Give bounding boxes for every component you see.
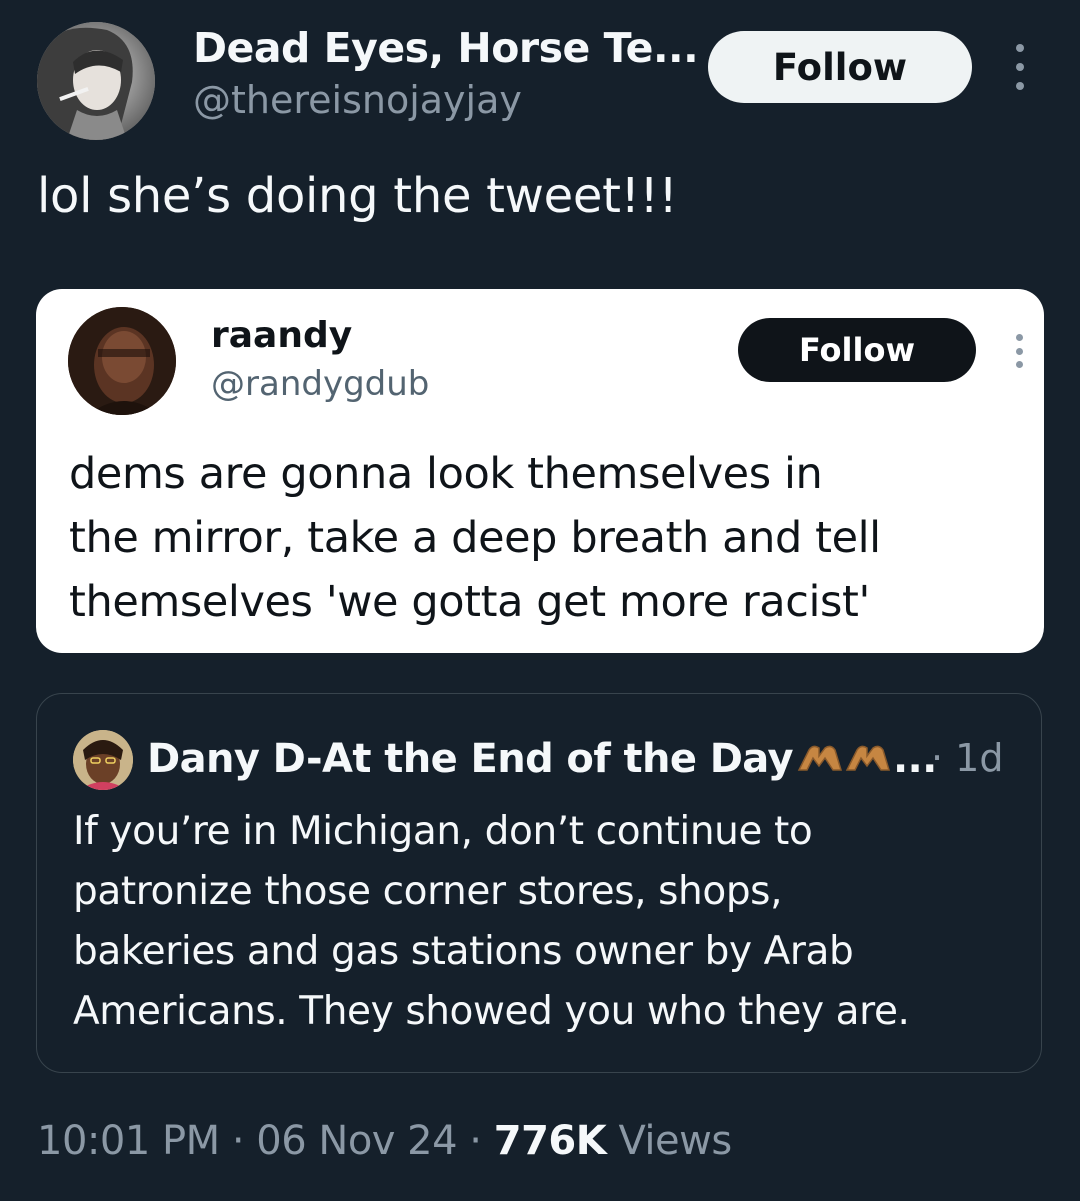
- tweet-meta: 10:01 PM · 06 Nov 24 · 776K Views: [37, 1118, 732, 1164]
- quoted-tweet-time[interactable]: · 1d: [931, 736, 1003, 780]
- dot: [1016, 44, 1024, 52]
- more-options-icon[interactable]: [1005, 44, 1035, 90]
- dot: [1015, 347, 1023, 355]
- quoted-text-line: patronize those corner stores, shops,: [73, 869, 783, 914]
- dot: [1016, 63, 1024, 71]
- image-more-icon: [1014, 334, 1024, 368]
- tweet-image[interactable]: raandy @randygdub Follow dems are gonna …: [36, 289, 1044, 653]
- quoted-text-line: Americans. They showed you who they are.: [73, 989, 910, 1034]
- dot: [1015, 361, 1023, 368]
- image-text-line: themselves 'we gotta get more racist': [69, 577, 870, 627]
- avatar-photo-icon: [68, 307, 176, 415]
- avatar-photo-icon: [73, 730, 133, 790]
- author-handle[interactable]: @thereisnojayjay: [193, 78, 522, 122]
- follow-button[interactable]: Follow: [708, 31, 972, 103]
- meta-separator: ·: [457, 1118, 494, 1164]
- views-label: Views: [606, 1118, 732, 1164]
- quoted-author-name: Dany D-At the End of the Day...: [147, 736, 937, 784]
- tweet-time[interactable]: 10:01 PM: [37, 1118, 220, 1164]
- image-author-handle: @randygdub: [211, 364, 430, 404]
- quoted-author-avatar: [73, 730, 133, 790]
- heart-hands-icon: [795, 738, 893, 784]
- image-avatar: [68, 307, 176, 415]
- tweet-date[interactable]: 06 Nov 24: [256, 1118, 457, 1164]
- image-tweet-text: dems are gonna look themselves in the mi…: [69, 442, 881, 634]
- image-text-line: dems are gonna look themselves in: [69, 449, 823, 499]
- tweet-text: lol she’s doing the tweet!!!: [37, 168, 678, 224]
- dot: [1016, 82, 1024, 90]
- author-avatar[interactable]: [37, 22, 155, 140]
- meta-separator: ·: [219, 1118, 257, 1164]
- quoted-text-line: If you’re in Michigan, don’t continue to: [73, 809, 813, 854]
- quoted-tweet[interactable]: Dany D-At the End of the Day... · 1d If …: [36, 693, 1042, 1073]
- views-count[interactable]: 776K: [494, 1118, 607, 1164]
- author-display-name[interactable]: Dead Eyes, Horse Te...: [193, 24, 699, 72]
- quoted-text-line: bakeries and gas stations owner by Arab: [73, 929, 854, 974]
- tweet: Dead Eyes, Horse Te... @thereisnojayjay …: [0, 0, 1080, 1201]
- quoted-tweet-text: If you’re in Michigan, don’t continue to…: [73, 802, 910, 1042]
- image-text-line: the mirror, take a deep breath and tell: [69, 513, 881, 563]
- dot: [1015, 334, 1023, 341]
- image-follow-button: Follow: [738, 318, 976, 382]
- image-author-name: raandy: [211, 315, 353, 356]
- avatar-photo-icon: [37, 22, 155, 140]
- quoted-author-name-text: Dany D-At the End of the Day: [147, 736, 794, 782]
